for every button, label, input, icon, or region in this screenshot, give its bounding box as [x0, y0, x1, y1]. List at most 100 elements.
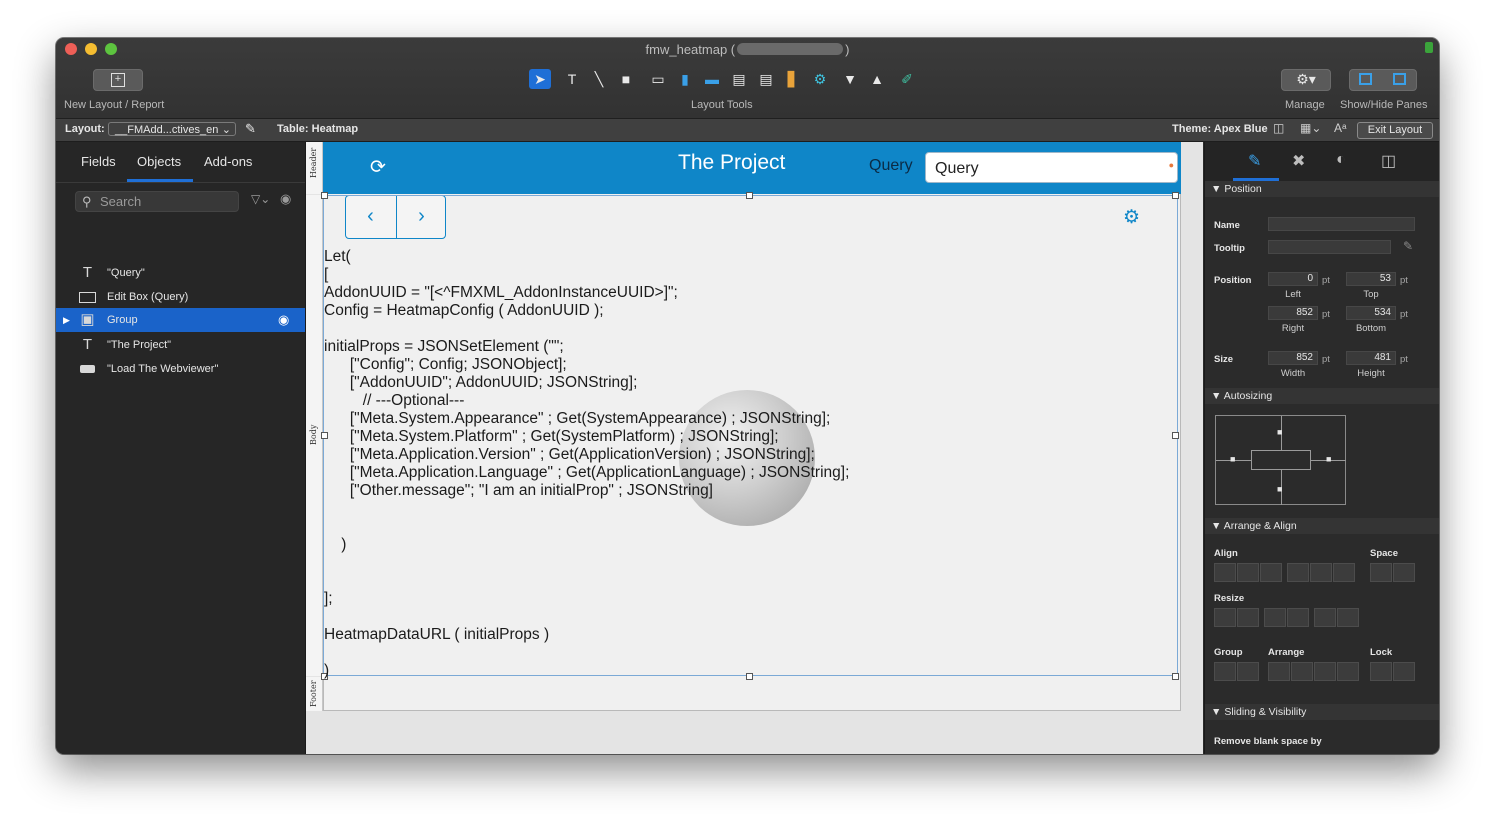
insert-part-button[interactable]: ▲ — [866, 69, 888, 89]
position-section-header[interactable]: ▼ Position — [1205, 181, 1439, 197]
object-row-project-text[interactable]: T "The Project" — [56, 333, 305, 357]
text-icon: T — [82, 336, 93, 353]
resize-label: Resize — [1214, 593, 1245, 604]
align-center-button[interactable] — [1237, 563, 1259, 582]
new-layout-button[interactable]: + — [93, 69, 143, 91]
visibility-eye-icon[interactable]: ◉ — [278, 308, 289, 332]
styles-tab-icon[interactable]: ✖ — [1292, 151, 1305, 171]
battery-icon — [1425, 42, 1433, 53]
resize-largest-width-button[interactable] — [1237, 608, 1259, 627]
resize-smallest-height-button[interactable] — [1264, 608, 1286, 627]
search-placeholder: Search — [100, 194, 142, 209]
data-tab-icon[interactable]: ◫ — [1381, 151, 1396, 171]
insert-field-button[interactable]: ▼ — [839, 69, 861, 89]
align-right-button[interactable] — [1260, 563, 1282, 582]
resize-largest-button[interactable] — [1337, 608, 1359, 627]
exit-layout-button[interactable]: Exit Layout — [1357, 122, 1433, 139]
text-tool-button[interactable]: T — [561, 69, 583, 89]
bottom-position-field[interactable]: 534 — [1346, 306, 1396, 320]
ungroup-button[interactable] — [1237, 662, 1259, 681]
space-vertical-button[interactable] — [1393, 563, 1415, 582]
query-label-text[interactable]: Query — [869, 157, 913, 175]
resize-handle-top-right[interactable] — [1172, 192, 1179, 199]
project-title-text[interactable]: The Project — [678, 151, 785, 175]
unlock-button[interactable] — [1393, 662, 1415, 681]
object-row-group[interactable]: ▶ ▣ Group ◉ — [56, 308, 305, 332]
resize-handle-top[interactable] — [746, 192, 753, 199]
portal-tool-button[interactable]: ▤ — [755, 69, 777, 89]
send-to-back-button[interactable] — [1337, 662, 1359, 681]
top-position-field[interactable]: 53 — [1346, 272, 1396, 286]
tab-objects[interactable]: Objects — [137, 154, 181, 169]
align-bottom-button[interactable] — [1333, 563, 1355, 582]
resize-largest-height-button[interactable] — [1287, 608, 1309, 627]
send-backward-button[interactable] — [1314, 662, 1336, 681]
left-position-field[interactable]: 0 — [1268, 272, 1318, 286]
lock-right-icon[interactable]: ■ — [1326, 454, 1331, 464]
grid-icon[interactable]: ▦⌄ — [1300, 121, 1321, 135]
rectangle-tool-button[interactable]: ■ — [615, 69, 637, 89]
position-tab-icon[interactable]: ✎ — [1248, 151, 1261, 171]
format-painter-button[interactable]: ✐ — [896, 69, 918, 89]
button-bar-tool-button[interactable]: ▬ — [701, 69, 723, 89]
align-left-button[interactable] — [1214, 563, 1236, 582]
line-tool-button[interactable]: ╲ — [588, 69, 610, 89]
group-button[interactable] — [1214, 662, 1236, 681]
bring-to-front-button[interactable] — [1268, 662, 1290, 681]
layout-canvas[interactable]: Header Body Footer ⟳ The Project Query Q… — [306, 142, 1203, 754]
align-top-button[interactable] — [1287, 563, 1309, 582]
header-part-tab[interactable]: Header — [306, 142, 323, 194]
right-position-field[interactable]: 852 — [1268, 306, 1318, 320]
space-horizontal-button[interactable] — [1370, 563, 1392, 582]
manage-button[interactable]: ⚙▾ — [1281, 69, 1331, 91]
size-label: Size — [1214, 354, 1234, 365]
width-field[interactable]: 852 — [1268, 351, 1318, 365]
chart-tool-button[interactable]: ▋ — [782, 69, 804, 89]
lock-left-icon[interactable]: ■ — [1230, 454, 1235, 464]
bring-forward-button[interactable] — [1291, 662, 1313, 681]
web-viewer-tool-button[interactable]: ⚙ — [809, 69, 831, 89]
object-row-edit-box[interactable]: Edit Box (Query) — [56, 285, 305, 309]
change-theme-icon[interactable]: ◫ — [1273, 121, 1284, 135]
object-row-query-text[interactable]: T "Query" — [56, 261, 305, 285]
lock-top-icon[interactable]: ■ — [1277, 427, 1282, 437]
layout-select[interactable]: __FMAdd...ctives_en ⌄ — [108, 122, 236, 136]
tab-control-tool-button[interactable]: ▤ — [728, 69, 750, 89]
filter-icon[interactable]: ▽⌄ — [251, 192, 270, 206]
eye-icon[interactable]: ◉ — [280, 191, 291, 207]
resize-handle-top-left[interactable] — [321, 192, 328, 199]
appearance-tab-icon[interactable]: ◐ — [1336, 151, 1346, 169]
resize-smallest-width-button[interactable] — [1214, 608, 1236, 627]
font-size-icon[interactable]: Aᵃ — [1334, 121, 1346, 135]
app-window: fmw_heatmap () + New Layout / Report ➤ T… — [56, 38, 1439, 754]
arrange-align-section-header[interactable]: ▼ Arrange & Align — [1205, 518, 1439, 534]
show-hide-panes-button[interactable] — [1349, 69, 1417, 91]
resize-handle-right[interactable] — [1172, 432, 1179, 439]
tooltip-edit-icon[interactable]: ✎ — [1403, 239, 1413, 253]
sliding-visibility-section-header[interactable]: ▼ Sliding & Visibility — [1205, 704, 1439, 720]
query-edit-box[interactable]: Query ● — [925, 152, 1178, 183]
space-label: Space — [1370, 548, 1398, 559]
height-field[interactable]: 481 — [1346, 351, 1396, 365]
edit-layout-name-icon[interactable]: ✎ — [245, 121, 256, 137]
resize-smallest-button[interactable] — [1314, 608, 1336, 627]
disclosure-triangle-icon[interactable]: ▶ — [63, 308, 70, 332]
button-tool-button[interactable]: ▮ — [674, 69, 696, 89]
name-field[interactable] — [1268, 217, 1415, 231]
footer-part-tab[interactable]: Footer — [306, 677, 323, 711]
field-tool-button[interactable]: ▭ — [647, 69, 669, 89]
object-row-load-webviewer[interactable]: "Load The Webviewer" — [56, 357, 305, 381]
tooltip-field[interactable] — [1268, 240, 1391, 254]
resize-handle-bottom-right[interactable] — [1172, 673, 1179, 680]
tab-addons[interactable]: Add-ons — [204, 154, 252, 169]
tab-fields[interactable]: Fields — [81, 154, 116, 169]
autosizing-section-header[interactable]: ▼ Autosizing — [1205, 388, 1439, 404]
pointer-tool-button[interactable]: ➤ — [529, 69, 551, 89]
unit-label: pt — [1322, 275, 1330, 286]
search-input[interactable]: ⚲ Search — [75, 191, 239, 212]
lock-bottom-icon[interactable]: ■ — [1277, 484, 1282, 494]
objects-pane: Fields Objects Add-ons ⚲ Search ▽⌄ ◉ T "… — [56, 142, 306, 754]
refresh-icon[interactable]: ⟳ — [370, 156, 386, 179]
align-middle-button[interactable] — [1310, 563, 1332, 582]
lock-button[interactable] — [1370, 662, 1392, 681]
